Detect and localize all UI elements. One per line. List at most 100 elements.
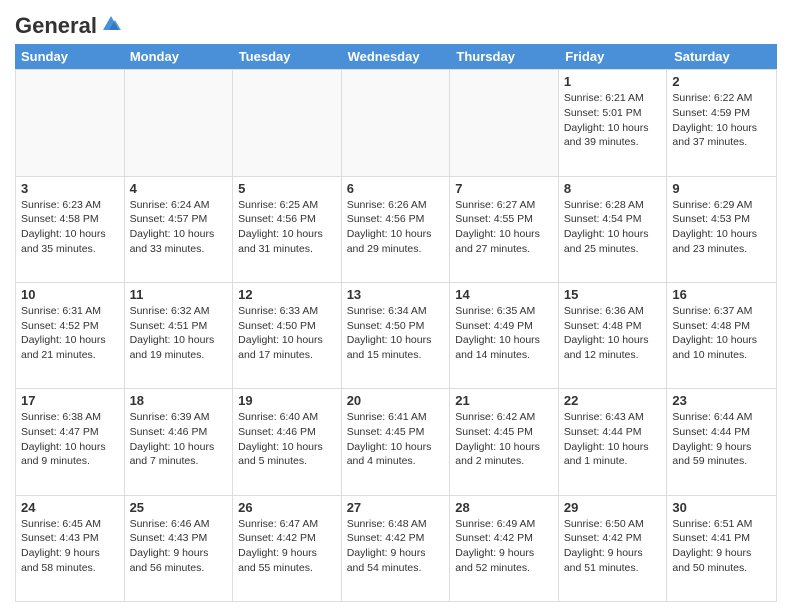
day-number: 30 [672, 500, 771, 515]
cal-cell: 2 Sunrise: 6:22 AM Sunset: 4:59 PM Daylig… [667, 70, 776, 175]
cell-info: Sunrise: 6:33 AM Sunset: 4:50 PM Dayligh… [238, 304, 336, 363]
day-number: 9 [672, 181, 771, 196]
header-cell-thursday: Thursday [450, 44, 559, 69]
day-number: 17 [21, 393, 119, 408]
header: General [15, 10, 777, 36]
cal-cell [233, 70, 342, 175]
cell-info: Sunrise: 6:42 AM Sunset: 4:45 PM Dayligh… [455, 410, 553, 469]
day-number: 1 [564, 74, 662, 89]
cal-cell: 13 Sunrise: 6:34 AM Sunset: 4:50 PM Dayli… [342, 283, 451, 388]
cal-cell: 14 Sunrise: 6:35 AM Sunset: 4:49 PM Dayli… [450, 283, 559, 388]
day-number: 6 [347, 181, 445, 196]
day-number: 24 [21, 500, 119, 515]
week-row-1: 3 Sunrise: 6:23 AM Sunset: 4:58 PM Daylig… [16, 177, 776, 283]
cal-cell: 4Sunrise: 6:24 AM Sunset: 4:57 PM Daylig… [125, 177, 234, 282]
cal-cell: 12Sunrise: 6:33 AM Sunset: 4:50 PM Dayli… [233, 283, 342, 388]
day-number: 5 [238, 181, 336, 196]
cal-cell: 25 Sunrise: 6:46 AM Sunset: 4:43 PM Dayli… [125, 496, 234, 601]
cell-info: Sunrise: 6:26 AM Sunset: 4:56 PM Dayligh… [347, 198, 445, 257]
cal-cell [342, 70, 451, 175]
day-number: 4 [130, 181, 228, 196]
week-row-3: 17 Sunrise: 6:38 AM Sunset: 4:47 PM Dayli… [16, 389, 776, 495]
day-number: 29 [564, 500, 662, 515]
day-number: 18 [130, 393, 228, 408]
cell-info: Sunrise: 6:36 AM Sunset: 4:48 PM Dayligh… [564, 304, 662, 363]
cal-cell: 20 Sunrise: 6:41 AM Sunset: 4:45 PM Dayli… [342, 389, 451, 494]
header-cell-wednesday: Wednesday [342, 44, 451, 69]
day-number: 25 [130, 500, 228, 515]
cell-info: Sunrise: 6:34 AM Sunset: 4:50 PM Dayligh… [347, 304, 445, 363]
cell-info: Sunrise: 6:31 AM Sunset: 4:52 PM Dayligh… [21, 304, 119, 363]
cell-info: Sunrise: 6:37 AM Sunset: 4:48 PM Dayligh… [672, 304, 771, 363]
cell-info: Sunrise: 6:29 AM Sunset: 4:53 PM Dayligh… [672, 198, 771, 257]
cal-cell [16, 70, 125, 175]
header-cell-sunday: Sunday [15, 44, 124, 69]
cell-info: Sunrise: 6:32 AM Sunset: 4:51 PM Dayligh… [130, 304, 228, 363]
day-number: 20 [347, 393, 445, 408]
cal-cell: 26 Sunrise: 6:47 AM Sunset: 4:42 PM Dayli… [233, 496, 342, 601]
cell-info: Sunrise: 6:47 AM Sunset: 4:42 PM Dayligh… [238, 517, 336, 576]
cal-cell: 5 Sunrise: 6:25 AM Sunset: 4:56 PM Daylig… [233, 177, 342, 282]
day-number: 19 [238, 393, 336, 408]
cell-info: Sunrise: 6:22 AM Sunset: 4:59 PM Dayligh… [672, 91, 771, 150]
cell-info: Sunrise: 6:38 AM Sunset: 4:47 PM Dayligh… [21, 410, 119, 469]
header-cell-friday: Friday [559, 44, 668, 69]
logo-icon [99, 12, 123, 36]
cal-cell: 16 Sunrise: 6:37 AM Sunset: 4:48 PM Dayli… [667, 283, 776, 388]
day-number: 11 [130, 287, 228, 302]
cell-info: Sunrise: 6:48 AM Sunset: 4:42 PM Dayligh… [347, 517, 445, 576]
day-number: 23 [672, 393, 771, 408]
cell-info: Sunrise: 6:45 AM Sunset: 4:43 PM Dayligh… [21, 517, 119, 576]
day-number: 3 [21, 181, 119, 196]
cal-cell: 7 Sunrise: 6:27 AM Sunset: 4:55 PM Daylig… [450, 177, 559, 282]
cal-cell: 1Sunrise: 6:21 AM Sunset: 5:01 PM Daylig… [559, 70, 668, 175]
cell-info: Sunrise: 6:46 AM Sunset: 4:43 PM Dayligh… [130, 517, 228, 576]
cal-cell: 19 Sunrise: 6:40 AM Sunset: 4:46 PM Dayli… [233, 389, 342, 494]
cell-info: Sunrise: 6:44 AM Sunset: 4:44 PM Dayligh… [672, 410, 771, 469]
calendar-body: 1Sunrise: 6:21 AM Sunset: 5:01 PM Daylig… [15, 69, 777, 602]
cal-cell: 11 Sunrise: 6:32 AM Sunset: 4:51 PM Dayli… [125, 283, 234, 388]
day-number: 28 [455, 500, 553, 515]
logo-text: General [15, 14, 97, 38]
cal-cell: 18 Sunrise: 6:39 AM Sunset: 4:46 PM Dayli… [125, 389, 234, 494]
day-number: 16 [672, 287, 771, 302]
week-row-2: 10Sunrise: 6:31 AM Sunset: 4:52 PM Dayli… [16, 283, 776, 389]
cell-info: Sunrise: 6:27 AM Sunset: 4:55 PM Dayligh… [455, 198, 553, 257]
cal-cell [450, 70, 559, 175]
day-number: 14 [455, 287, 553, 302]
day-number: 2 [672, 74, 771, 89]
cell-info: Sunrise: 6:39 AM Sunset: 4:46 PM Dayligh… [130, 410, 228, 469]
header-cell-tuesday: Tuesday [233, 44, 342, 69]
week-row-4: 24 Sunrise: 6:45 AM Sunset: 4:43 PM Dayli… [16, 496, 776, 601]
day-number: 21 [455, 393, 553, 408]
day-number: 27 [347, 500, 445, 515]
cal-cell: 30 Sunrise: 6:51 AM Sunset: 4:41 PM Dayli… [667, 496, 776, 601]
cal-cell: 23 Sunrise: 6:44 AM Sunset: 4:44 PM Dayli… [667, 389, 776, 494]
day-number: 7 [455, 181, 553, 196]
cell-info: Sunrise: 6:41 AM Sunset: 4:45 PM Dayligh… [347, 410, 445, 469]
cell-info: Sunrise: 6:23 AM Sunset: 4:58 PM Dayligh… [21, 198, 119, 257]
cal-cell: 6 Sunrise: 6:26 AM Sunset: 4:56 PM Daylig… [342, 177, 451, 282]
cell-info: Sunrise: 6:25 AM Sunset: 4:56 PM Dayligh… [238, 198, 336, 257]
calendar-header: SundayMondayTuesdayWednesdayThursdayFrid… [15, 44, 777, 69]
calendar: SundayMondayTuesdayWednesdayThursdayFrid… [15, 44, 777, 602]
day-number: 26 [238, 500, 336, 515]
cell-info: Sunrise: 6:28 AM Sunset: 4:54 PM Dayligh… [564, 198, 662, 257]
page: General SundayMondayTuesdayWednesdayThur… [0, 0, 792, 612]
cell-info: Sunrise: 6:51 AM Sunset: 4:41 PM Dayligh… [672, 517, 771, 576]
header-cell-saturday: Saturday [668, 44, 777, 69]
cal-cell: 21 Sunrise: 6:42 AM Sunset: 4:45 PM Dayli… [450, 389, 559, 494]
cell-info: Sunrise: 6:43 AM Sunset: 4:44 PM Dayligh… [564, 410, 662, 469]
cal-cell: 22 Sunrise: 6:43 AM Sunset: 4:44 PM Dayli… [559, 389, 668, 494]
cell-info: Sunrise: 6:40 AM Sunset: 4:46 PM Dayligh… [238, 410, 336, 469]
cell-info: Sunrise: 6:35 AM Sunset: 4:49 PM Dayligh… [455, 304, 553, 363]
cal-cell [125, 70, 234, 175]
header-cell-monday: Monday [124, 44, 233, 69]
day-number: 13 [347, 287, 445, 302]
cal-cell: 8Sunrise: 6:28 AM Sunset: 4:54 PM Daylig… [559, 177, 668, 282]
day-number: 22 [564, 393, 662, 408]
cal-cell: 24 Sunrise: 6:45 AM Sunset: 4:43 PM Dayli… [16, 496, 125, 601]
cal-cell: 3 Sunrise: 6:23 AM Sunset: 4:58 PM Daylig… [16, 177, 125, 282]
day-number: 15 [564, 287, 662, 302]
cal-cell: 10Sunrise: 6:31 AM Sunset: 4:52 PM Dayli… [16, 283, 125, 388]
